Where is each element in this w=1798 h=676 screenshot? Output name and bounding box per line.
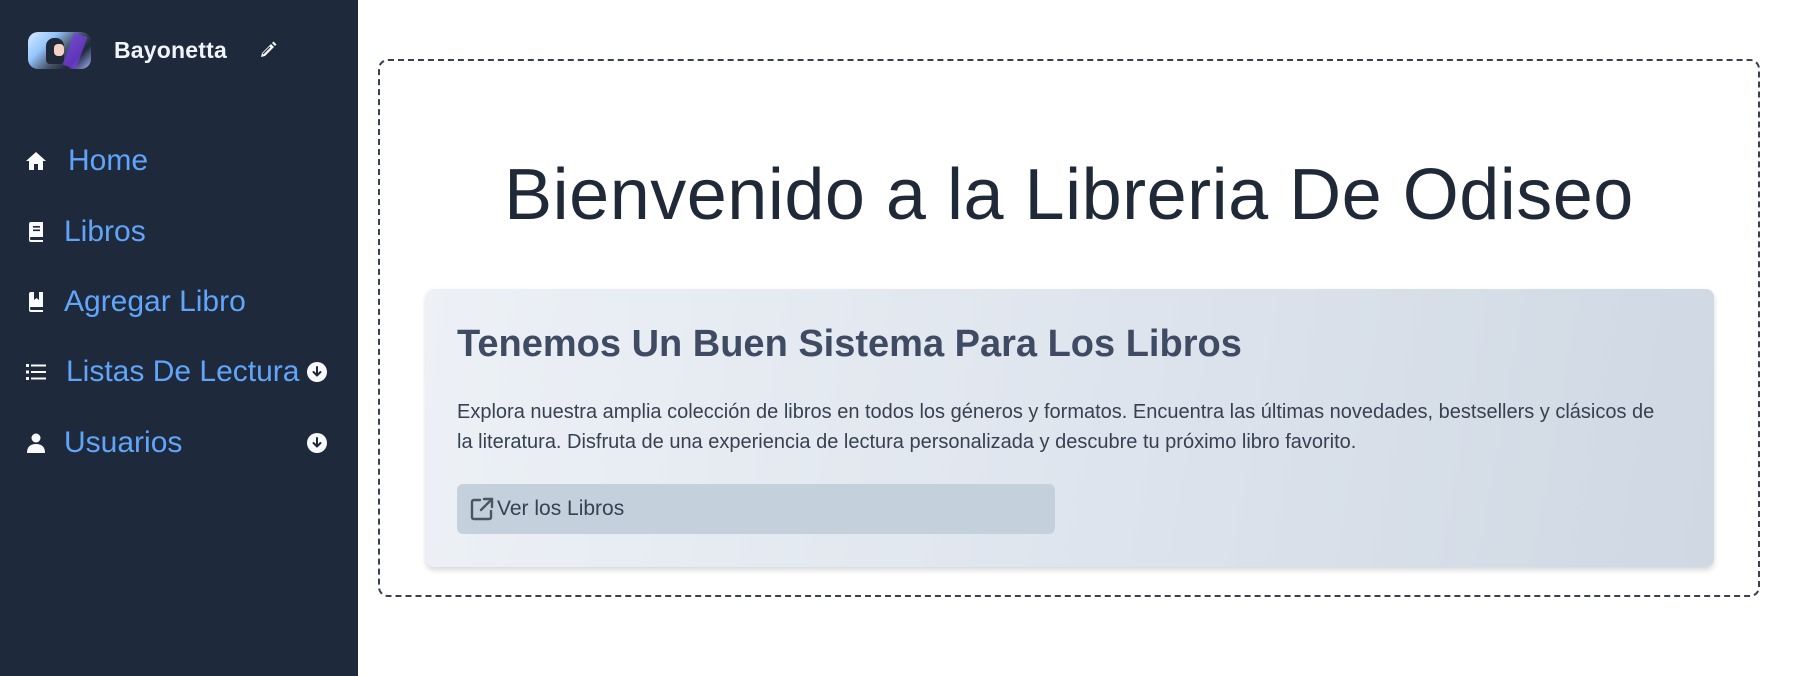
external-link-icon [469,496,495,522]
user-profile: Bayonetta [28,31,279,69]
sidebar-item-listas-de-lectura[interactable]: Listas De Lectura [24,352,299,392]
feature-card: Tenemos Un Buen Sistema Para Los Libros … [426,289,1714,567]
sidebar-item-home[interactable]: Home [24,141,148,181]
card-description: Explora nuestra amplia colección de libr… [457,401,1655,453]
avatar[interactable] [28,31,91,69]
username: Bayonetta [114,36,227,63]
home-icon [24,149,48,173]
view-books-label: Ver los Libros [497,497,625,520]
user-icon [24,431,48,455]
book-icon [24,220,48,244]
sidebar-item-label: Usuarios [64,426,183,459]
sidebar-item-usuarios[interactable]: Usuarios [24,423,182,463]
sidebar-item-agregar-libro[interactable]: Agregar Libro [24,282,246,322]
page-title: Bienvenido a la Libreria De Odiseo [504,155,1634,235]
list-icon [24,360,48,384]
sidebar-item-label: Listas De Lectura [66,355,300,388]
sidebar-item-label: Agregar Libro [64,285,246,318]
bookmark-book-icon [24,290,48,314]
sidebar: Bayonetta Home Libros Agregar Libro List… [0,0,358,676]
arrow-down-circle-icon[interactable] [307,433,327,453]
sidebar-item-label: Home [68,144,149,177]
view-books-button[interactable]: Ver los Libros [457,484,1055,534]
main-content: Bienvenido a la Libreria De Odiseo Tenem… [378,59,1760,597]
arrow-down-circle-icon[interactable] [307,362,327,382]
sidebar-item-libros[interactable]: Libros [24,212,146,252]
card-heading: Tenemos Un Buen Sistema Para Los Libros [457,323,1242,365]
pencil-icon[interactable] [257,39,279,61]
sidebar-item-label: Libros [64,215,146,248]
